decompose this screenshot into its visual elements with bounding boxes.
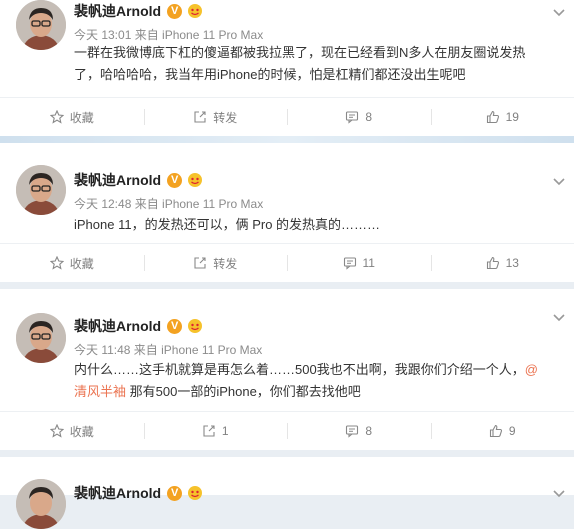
name-row: 裴帆迪Arnold V [74,483,204,503]
post-meta: 今天 13:01 来自 iPhone 11 Pro Max [74,26,263,43]
chevron-down-icon[interactable] [552,8,566,18]
action-bar: 收藏 转发 11 13 [0,243,574,282]
comment-count: 11 [363,256,375,270]
like-icon [486,110,500,124]
repost-icon [193,110,207,124]
mention-link[interactable]: 清风半袖 [74,384,126,399]
comment-icon [343,256,357,270]
action-bar: 收藏 1 8 9 [0,411,574,450]
chevron-down-icon[interactable] [552,177,566,187]
chevron-down-icon[interactable] [552,313,566,323]
post-separator [0,282,574,289]
favorite-label: 收藏 [70,423,94,440]
comment-button[interactable]: 8 [287,412,431,450]
like-count: 19 [506,110,519,124]
name-row: 裴帆迪Arnold V [74,1,204,21]
emoji-badge-icon [186,172,204,188]
emoji-badge-icon [186,3,204,19]
content-text: 内什么……这手机就算是再怎么着……500我也不出啊，我跟你们介绍一个人， [74,362,525,377]
favorite-label: 收藏 [70,109,94,126]
comment-icon [345,424,359,438]
name-row: 裴帆迪Arnold V [74,170,204,190]
repost-button[interactable]: 1 [144,412,288,450]
repost-icon [193,256,207,270]
username[interactable]: 裴帆迪Arnold [74,1,161,21]
favorite-button[interactable]: 收藏 [0,244,144,282]
post-content: iPhone 11，的发热还可以，俩 Pro 的发热真的……… [74,214,570,236]
weibo-post: 裴帆迪Arnold V 今天 11:48 来自 iPhone 11 Pro Ma… [0,289,574,451]
comment-icon [345,110,359,124]
repost-count: 1 [222,424,229,438]
content-line: 一群在我微博底下杠的傻逼都被我拉黑了，现在已经看到N多人在朋友圈说发热 [74,42,570,64]
favorite-button[interactable]: 收藏 [0,412,144,450]
avatar[interactable] [16,313,66,363]
like-icon [489,424,503,438]
content-line: iPhone 11，的发热还可以，俩 Pro 的发热真的……… [74,214,570,236]
favorite-label: 收藏 [70,255,94,272]
post-content: 一群在我微博底下杠的傻逼都被我拉黑了，现在已经看到N多人在朋友圈说发热 了，哈哈… [74,42,570,86]
verified-badge-icon: V [167,486,182,501]
repost-button[interactable]: 转发 [144,244,288,282]
weibo-post: 裴帆迪Arnold V 今天 12:48 来自 iPhone 11 Pro Ma… [0,143,574,283]
like-count: 13 [506,256,519,270]
comment-count: 8 [365,424,372,438]
like-count: 9 [509,424,516,438]
repost-label: 转发 [213,255,237,272]
username[interactable]: 裴帆迪Arnold [74,316,161,336]
username[interactable]: 裴帆迪Arnold [74,170,161,190]
comment-button[interactable]: 11 [287,244,431,282]
avatar[interactable] [16,479,66,529]
star-icon [50,110,64,124]
verified-badge-icon: V [167,173,182,188]
emoji-badge-icon [186,318,204,334]
weibo-post: 裴帆迪Arnold V [0,457,574,495]
separator-band [0,136,574,143]
action-bar: 收藏 转发 8 19 [0,97,574,136]
verified-badge-icon: V [167,4,182,19]
post-content: 内什么……这手机就算是再怎么着……500我也不出啊，我跟你们介绍一个人，@ 清风… [74,359,574,403]
username[interactable]: 裴帆迪Arnold [74,483,161,503]
content-line: 清风半袖 那有500一部的iPhone，你们都去找他吧 [74,381,574,403]
content-text: 那有500一部的iPhone，你们都去找他吧 [126,384,361,399]
name-row: 裴帆迪Arnold V [74,316,204,336]
content-line: 了，哈哈哈哈，我当年用iPhone的时候，怕是杠精们都还没出生呢吧 [74,64,570,86]
verified-badge-icon: V [167,319,182,334]
star-icon [50,424,64,438]
chevron-down-icon[interactable] [552,489,566,499]
like-button[interactable]: 9 [431,412,574,450]
post-meta: 今天 12:48 来自 iPhone 11 Pro Max [74,195,263,212]
repost-button[interactable]: 转发 [144,98,288,136]
mention-link[interactable]: @ [525,362,538,377]
comment-button[interactable]: 8 [287,98,431,136]
post-meta: 今天 11:48 来自 iPhone 11 Pro Max [74,341,262,358]
content-line: 内什么……这手机就算是再怎么着……500我也不出啊，我跟你们介绍一个人，@ [74,359,574,381]
comment-count: 8 [365,110,372,124]
avatar[interactable] [16,0,66,50]
like-icon [486,256,500,270]
favorite-button[interactable]: 收藏 [0,98,144,136]
repost-label: 转发 [213,109,237,126]
star-icon [50,256,64,270]
repost-icon [202,424,216,438]
post-separator [0,450,574,457]
like-button[interactable]: 19 [431,98,574,136]
like-button[interactable]: 13 [431,244,574,282]
emoji-badge-icon [186,485,204,501]
avatar[interactable] [16,165,66,215]
weibo-post: 裴帆迪Arnold V 今天 13:01 来自 iPhone 11 Pro Ma… [0,0,574,137]
